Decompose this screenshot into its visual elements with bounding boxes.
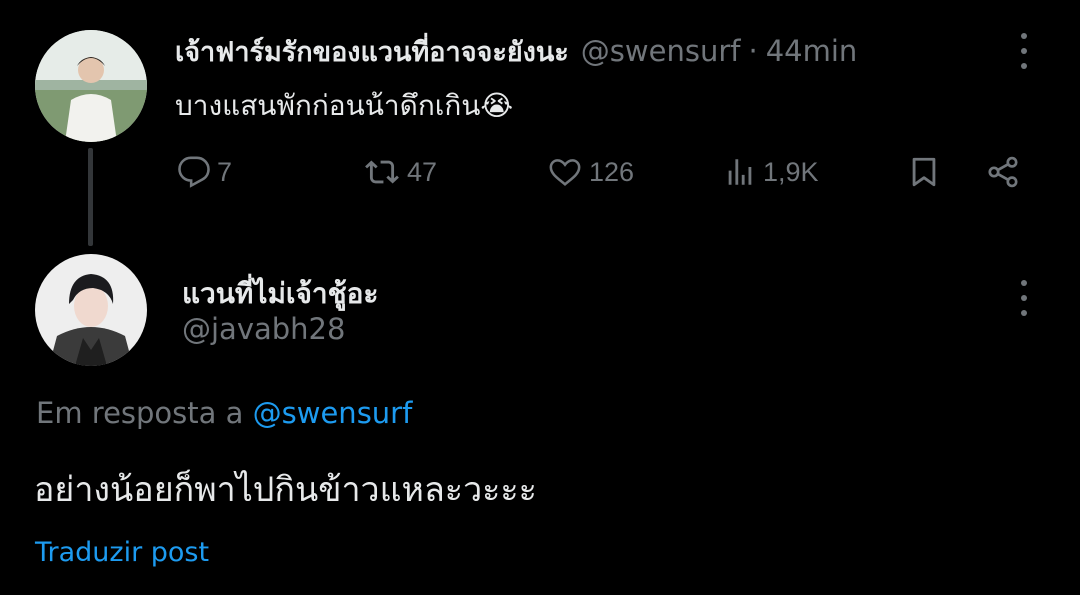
reply-prefix: Em resposta a xyxy=(36,396,244,430)
share-button[interactable] xyxy=(985,150,1021,194)
post-time[interactable]: 44min xyxy=(766,34,858,68)
reply-context: Em resposta a @swensurf xyxy=(36,396,412,430)
tweet2-text: อย่างน้อยก็พาไปกินข้าวแหละวะะะ xyxy=(34,470,537,510)
bookmark-icon xyxy=(907,154,941,190)
reply-mention-link[interactable]: @swensurf xyxy=(253,396,413,430)
views-icon xyxy=(723,155,757,189)
thread-connector-line xyxy=(88,148,93,246)
avatar-swensurf[interactable] xyxy=(35,30,147,142)
share-icon xyxy=(985,154,1021,190)
tweet1-text: บางแสนพักก่อนน้าดึกเกิน😭 xyxy=(175,89,514,122)
repost-count: 47 xyxy=(407,156,438,187)
reply-button[interactable]: 7 xyxy=(177,150,232,194)
more-options-icon-2[interactable] xyxy=(1017,280,1031,316)
bookmark-button[interactable] xyxy=(907,150,941,194)
like-button[interactable]: 126 xyxy=(547,150,634,194)
user-handle[interactable]: @swensurf xyxy=(581,34,741,68)
repost-icon xyxy=(363,155,401,189)
tweet1-action-bar: 7 47 126 1,9K xyxy=(177,150,1027,194)
views-count: 1,9K xyxy=(763,156,819,187)
like-icon xyxy=(547,155,583,189)
display-name-2[interactable]: แวนที่ไม่เจ้าชู้อะ xyxy=(182,272,378,316)
reply-icon xyxy=(177,155,211,189)
avatar-javabh28[interactable] xyxy=(35,254,147,366)
repost-button[interactable]: 47 xyxy=(363,150,437,194)
reply-count: 7 xyxy=(217,156,233,187)
display-name[interactable]: เจ้าฟาร์มรักของแวนที่อาจจะยังนะ xyxy=(175,30,569,73)
more-options-icon[interactable] xyxy=(1017,33,1031,69)
tweet1-header: เจ้าฟาร์มรักของแวนที่อาจจะยังนะ @swensur… xyxy=(175,30,857,73)
translate-post-link[interactable]: Traduzir post xyxy=(35,537,209,568)
user-handle-2[interactable]: @javabh28 xyxy=(182,312,345,346)
views-button[interactable]: 1,9K xyxy=(723,150,819,194)
separator-dot: · xyxy=(748,34,758,68)
like-count: 126 xyxy=(589,156,635,187)
